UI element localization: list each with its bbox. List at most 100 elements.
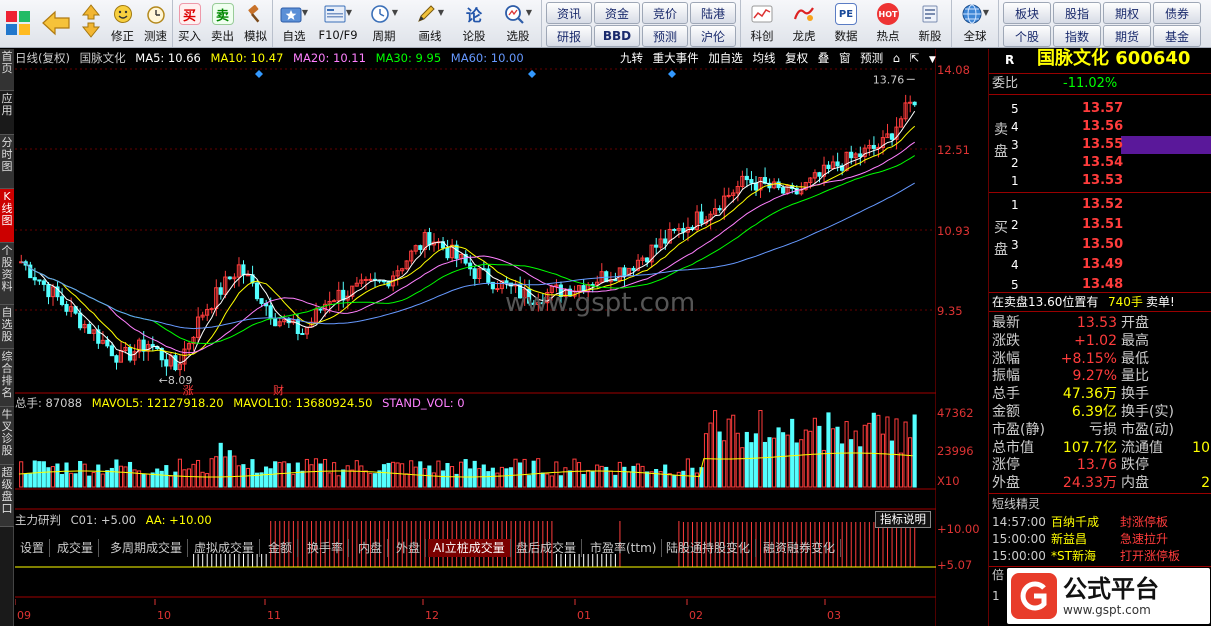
- market-button[interactable]: 板块: [1003, 2, 1051, 24]
- ask-row[interactable]: 3 13.55: [989, 136, 1211, 154]
- bid-row[interactable]: 2 13.51: [989, 216, 1211, 234]
- left-tab-profile[interactable]: 个股资料: [0, 243, 14, 305]
- scroll-updown-button[interactable]: [76, 0, 106, 47]
- volume-bar: [554, 461, 559, 488]
- left-tab-super-orderbook[interactable]: 超级盘口: [0, 465, 14, 527]
- bid-row[interactable]: 4 13.49: [989, 256, 1211, 274]
- bottom-tab[interactable]: 换手率: [302, 539, 350, 557]
- indicator-help-button[interactable]: 指标说明: [875, 511, 931, 528]
- ipo-button[interactable]: 新股: [909, 0, 951, 47]
- kechuang-button[interactable]: 科创: [741, 0, 783, 47]
- volume-bar: [55, 463, 60, 488]
- market-buttons-group: 板块 股指 期权 债券 个股 指数 期货 基金: [999, 0, 1205, 47]
- quick-button[interactable]: 陆港: [690, 2, 736, 24]
- quick-button[interactable]: BBD: [594, 25, 640, 47]
- data-button[interactable]: PE 数据: [825, 0, 867, 47]
- quick-button[interactable]: 资金: [594, 2, 640, 24]
- bottom-tab[interactable]: 成交量: [52, 539, 100, 557]
- back-button[interactable]: [36, 0, 76, 47]
- watchlist-button[interactable]: ▼ 自选: [273, 0, 315, 47]
- bottom-tab[interactable]: 外盘: [391, 539, 427, 557]
- f10-button[interactable]: ▼ F10/F9: [315, 0, 361, 47]
- volume-bar: [880, 433, 885, 488]
- bottom-tab[interactable]: 设置: [15, 539, 51, 557]
- left-tab-kline[interactable]: K线图: [0, 189, 14, 243]
- quick-button[interactable]: 竞价: [642, 2, 688, 24]
- global-button[interactable]: ▼ 全球: [952, 0, 998, 47]
- draw-line-button[interactable]: ▼ 画线: [407, 0, 453, 47]
- buy-button[interactable]: 买 买入: [173, 0, 206, 47]
- bottom-tab[interactable]: 多周期成交量: [105, 539, 189, 557]
- candle-body: [427, 232, 432, 246]
- market-button[interactable]: 基金: [1153, 25, 1201, 47]
- market-button[interactable]: 个股: [1003, 25, 1051, 47]
- simulate-button[interactable]: 模拟: [239, 0, 272, 47]
- divider: [989, 192, 1211, 193]
- stock-picker-button[interactable]: ▼ 选股: [495, 0, 541, 47]
- left-tab-diagnose[interactable]: 牛叉诊股: [0, 407, 14, 465]
- bottom-tab[interactable]: 市盈率(ttm): [585, 539, 663, 557]
- quick-button[interactable]: 资讯: [546, 2, 592, 24]
- chevron-down-icon: ▼: [982, 7, 990, 17]
- sprite-title[interactable]: 短线精灵: [992, 495, 1040, 513]
- volume-bar: [37, 461, 42, 488]
- candle-body: [817, 172, 822, 177]
- market-button[interactable]: 股指: [1053, 2, 1101, 24]
- candle-body: [644, 257, 650, 263]
- dragon-tiger-button[interactable]: 龙虎: [783, 0, 825, 47]
- left-tab-apps[interactable]: 应用: [0, 91, 14, 135]
- bid-row[interactable]: 3 13.50: [989, 236, 1211, 254]
- ask-level: 1: [1011, 174, 1019, 188]
- period-button[interactable]: ▼ 周期: [361, 0, 407, 47]
- bottom-tab[interactable]: 金额: [263, 539, 299, 557]
- stat-key: 量比: [1121, 368, 1149, 385]
- sprite-row[interactable]: 14:57:00 百纳千成 封涨停板: [989, 513, 1211, 531]
- volume-bar: [781, 432, 786, 488]
- stat-key: 最新: [992, 315, 1020, 331]
- sprite-row[interactable]: 15:00:00 新益昌 急速拉升: [989, 530, 1211, 548]
- volume-bar: [245, 467, 251, 488]
- market-button[interactable]: 期货: [1103, 25, 1151, 47]
- bottom-tab-active[interactable]: AI立桩成交量: [428, 539, 511, 557]
- left-tab-home[interactable]: 首页: [0, 49, 14, 91]
- toolbar-btn-xiuzheng[interactable]: 修正: [106, 0, 139, 47]
- volume-bar: [345, 465, 350, 488]
- volume-bar: [372, 473, 377, 488]
- sprite-row[interactable]: 15:00:00 *ST新海 打开涨停板: [989, 547, 1211, 565]
- ask-row[interactable]: 2 13.54: [989, 154, 1211, 172]
- left-tab-timeshare[interactable]: 分时图: [0, 135, 14, 189]
- month-label: 10: [157, 609, 171, 622]
- volume-bar: [309, 464, 314, 488]
- stat-key: 跌停: [1121, 457, 1149, 474]
- toolbar-btn-cesu[interactable]: 测速: [139, 0, 172, 47]
- left-tab-watchlist[interactable]: 自选股: [0, 305, 14, 349]
- volume-bar: [304, 458, 309, 488]
- market-button[interactable]: 期权: [1103, 2, 1151, 24]
- quick-button[interactable]: 沪伦: [690, 25, 736, 47]
- market-button[interactable]: 债券: [1153, 2, 1201, 24]
- stat-value: 13.76: [1076, 457, 1117, 474]
- volume-bar: [572, 458, 577, 488]
- quick-button[interactable]: 研报: [546, 25, 592, 47]
- bottom-tab[interactable]: 虚拟成交量: [189, 539, 261, 557]
- sell-button[interactable]: 卖 卖出: [206, 0, 239, 47]
- bottom-tab[interactable]: 融资融券变化: [758, 539, 842, 557]
- ask-row[interactable]: 4 13.56: [989, 118, 1211, 136]
- discuss-stock-button[interactable]: 论 论股: [453, 0, 495, 47]
- ask-row[interactable]: 5 13.57: [989, 100, 1211, 118]
- ask-row[interactable]: 1 13.53: [989, 172, 1211, 190]
- market-button[interactable]: 指数: [1053, 25, 1101, 47]
- bottom-tab[interactable]: 内盘: [353, 539, 389, 557]
- quick-button[interactable]: 预测: [642, 25, 688, 47]
- candle-body: [858, 153, 863, 158]
- candle-body: [871, 144, 876, 149]
- volume-bar: [386, 462, 391, 488]
- volume-bar: [363, 470, 368, 488]
- bottom-tab[interactable]: 陆股通持股变化: [661, 539, 757, 557]
- app-menu-button[interactable]: [0, 0, 36, 47]
- indicator-name: 主力研判: [15, 513, 61, 527]
- left-tab-ranking[interactable]: 综合排名: [0, 349, 14, 407]
- bid-row[interactable]: 1 13.52: [989, 196, 1211, 214]
- bottom-tab[interactable]: 盘后成交量: [511, 539, 583, 557]
- hot-button[interactable]: HOT 热点: [867, 0, 909, 47]
